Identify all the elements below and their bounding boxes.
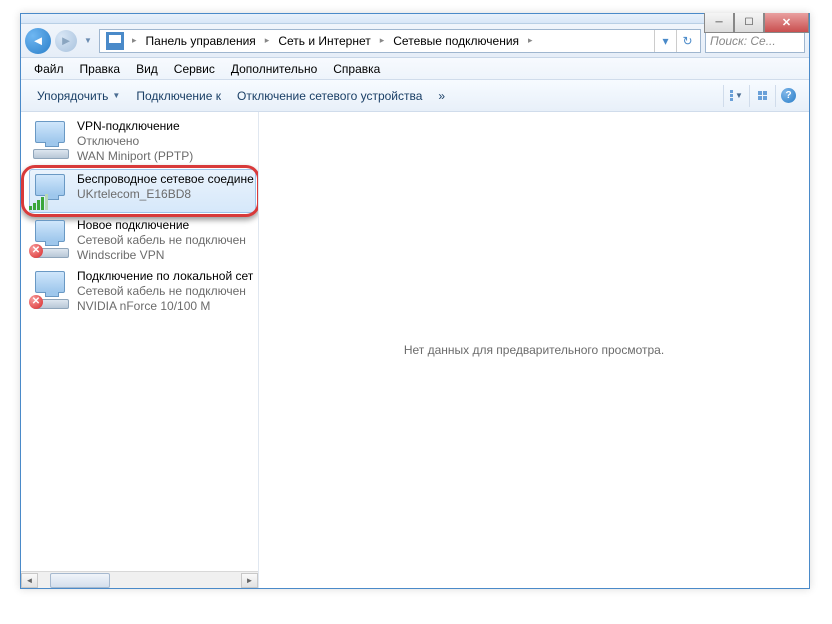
help-button[interactable]: ? [775,85,801,107]
preview-pane-button[interactable] [749,85,775,107]
wireless-adapter-icon [31,172,71,210]
horizontal-scrollbar[interactable]: ◄ ► [21,571,258,588]
network-adapter-icon: ✕ [31,269,71,307]
breadcrumb-separator: ▸ [524,35,537,46]
breadcrumb-item[interactable]: Сетевые подключения [388,34,524,48]
connection-name: Беспроводное сетевое соединение [77,172,254,187]
menu-bar: Файл Правка Вид Сервис Дополнительно Спр… [21,58,809,80]
breadcrumb-separator: ▸ [261,35,274,46]
scroll-thumb[interactable] [50,573,110,588]
maximize-button[interactable]: ☐ [734,13,764,33]
connection-device: NVIDIA nForce 10/100 M [77,299,254,314]
breadcrumb-separator: ▸ [128,35,141,46]
forward-button[interactable]: ► [55,30,77,52]
menu-tools[interactable]: Сервис [167,60,222,78]
location-icon [106,32,124,50]
navigation-bar: ◄ ► ▼ ▸ Панель управления ▸ Сеть и Интер… [21,24,809,58]
organize-button[interactable]: Упорядочить▼ [29,85,128,107]
preview-pane: Нет данных для предварительного просмотр… [259,112,809,588]
view-mode-button[interactable]: ▼ [723,85,749,107]
breadcrumb-item[interactable]: Панель управления [141,34,261,48]
error-x-icon: ✕ [29,295,43,309]
history-dropdown[interactable]: ▼ [81,28,95,54]
search-placeholder: Поиск: Се... [710,34,776,48]
connection-name: VPN-подключение [77,119,254,134]
breadcrumb-item[interactable]: Сеть и Интернет [273,34,375,48]
menu-view[interactable]: Вид [129,60,165,78]
titlebar[interactable]: ─ ☐ ✕ [21,14,809,24]
connection-status: Сетевой кабель не подключен [77,233,254,248]
menu-extra[interactable]: Дополнительно [224,60,324,78]
menu-help[interactable]: Справка [326,60,387,78]
signal-bars-icon [29,194,48,210]
menu-edit[interactable]: Правка [73,60,128,78]
scroll-right-button[interactable]: ► [241,573,258,588]
error-x-icon: ✕ [29,244,43,258]
toolbar-overflow[interactable]: » [430,85,453,107]
connection-item-wireless[interactable]: Беспроводное сетевое соединение UKrtelec… [29,169,256,213]
connect-to-button[interactable]: Подключение к [128,85,229,107]
refresh-button[interactable]: ↻ [676,30,698,52]
chevron-down-icon: ▼ [735,91,743,100]
preview-empty-text: Нет данных для предварительного просмотр… [404,343,664,357]
connection-status: Сетевой кабель не подключен [77,284,254,299]
network-adapter-icon [31,119,71,157]
highlighted-selection: Беспроводное сетевое соединение UKrtelec… [21,169,259,213]
connection-device: WAN Miniport (PPTP) [77,149,254,164]
scroll-left-button[interactable]: ◄ [21,573,38,588]
connection-device: UKrtelecom_E16BD8 [77,187,254,202]
address-dropdown[interactable]: ▾ [654,30,676,52]
connection-item-lan[interactable]: ✕ Подключение по локальной сети Сетевой … [29,266,256,317]
menu-file[interactable]: Файл [27,60,71,78]
help-icon: ? [781,88,796,103]
connection-item-new[interactable]: ✕ Новое подключение Сетевой кабель не по… [29,215,256,266]
chevron-down-icon: ▼ [112,91,120,100]
network-adapter-icon: ✕ [31,218,71,256]
minimize-button[interactable]: ─ [704,13,734,33]
connection-name: Подключение по локальной сети [77,269,254,284]
content-area: VPN-подключение Отключено WAN Miniport (… [21,112,809,588]
breadcrumb-separator: ▸ [376,35,389,46]
scroll-track[interactable] [38,573,241,588]
close-button[interactable]: ✕ [764,13,809,33]
connection-status: Отключено [77,134,254,149]
connections-list: VPN-подключение Отключено WAN Miniport (… [21,112,259,588]
back-button[interactable]: ◄ [25,28,51,54]
disable-device-button[interactable]: Отключение сетевого устройства [229,85,430,107]
connection-name: Новое подключение [77,218,254,233]
connection-item-vpn[interactable]: VPN-подключение Отключено WAN Miniport (… [29,116,256,167]
address-bar[interactable]: ▸ Панель управления ▸ Сеть и Интернет ▸ … [99,29,701,53]
connection-device: Windscribe VPN [77,248,254,263]
command-bar: Упорядочить▼ Подключение к Отключение се… [21,80,809,112]
explorer-window: ─ ☐ ✕ ◄ ► ▼ ▸ Панель управления ▸ Сеть и… [20,13,810,589]
